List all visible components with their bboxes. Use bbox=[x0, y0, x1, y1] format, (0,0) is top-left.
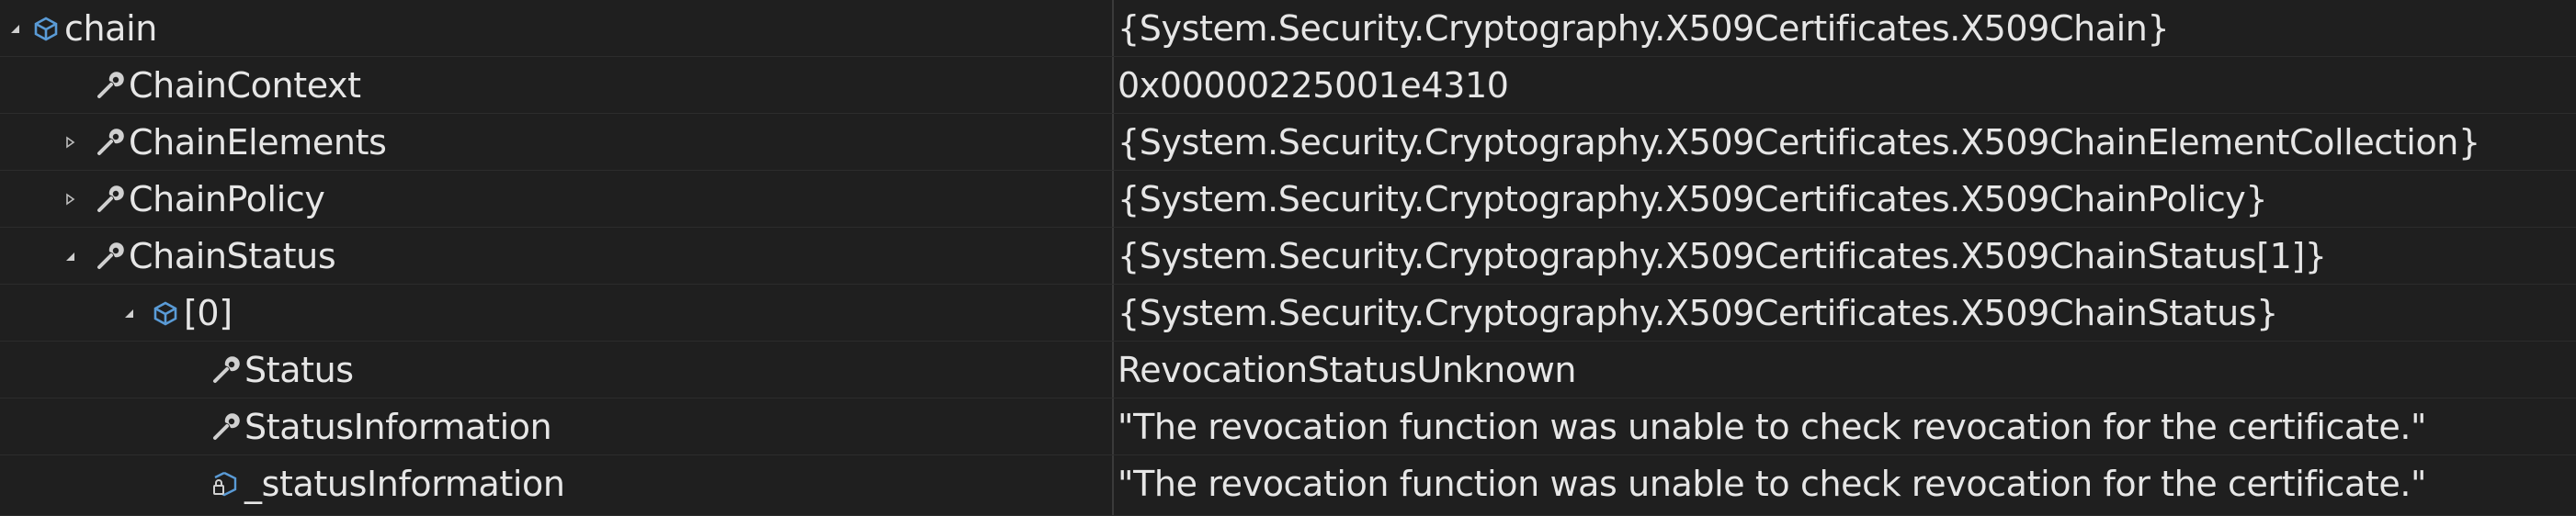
watch-row-chainelements[interactable]: ChainElements {System.Security.Cryptogra… bbox=[0, 114, 2576, 171]
variable-name: ChainStatus bbox=[129, 236, 336, 276]
variable-name: Status bbox=[244, 350, 354, 390]
name-cell: chain bbox=[4, 0, 157, 57]
variable-name: ChainPolicy bbox=[129, 179, 325, 219]
collapsed-arrow-icon[interactable] bbox=[59, 131, 81, 153]
variable-value[interactable]: {System.Security.Cryptography.X509Certif… bbox=[1118, 171, 2268, 228]
object-icon bbox=[31, 14, 61, 43]
variable-value[interactable]: "The revocation function was unable to c… bbox=[1118, 455, 2427, 512]
variable-name: _statusInformation bbox=[244, 464, 565, 504]
variable-name: StatusInformation bbox=[244, 407, 552, 447]
wrench-property-icon bbox=[96, 241, 125, 271]
wrench-property-icon bbox=[211, 355, 241, 385]
variable-value[interactable]: {System.Security.Cryptography.X509Certif… bbox=[1118, 285, 2278, 342]
name-cell: _statusInformation bbox=[211, 455, 565, 512]
name-cell: StatusInformation bbox=[211, 398, 552, 455]
wrench-property-icon bbox=[211, 412, 241, 442]
variable-name: ChainContext bbox=[129, 65, 361, 106]
variable-name: [0] bbox=[184, 293, 233, 333]
watch-row-private-statusinformation[interactable]: _statusInformation "The revocation funct… bbox=[0, 455, 2576, 516]
name-cell: [0] bbox=[118, 285, 233, 342]
name-cell: ChainStatus bbox=[59, 228, 336, 285]
watch-row-status[interactable]: Status RevocationStatusUnknown bbox=[0, 342, 2576, 398]
variable-value[interactable]: RevocationStatusUnknown bbox=[1118, 342, 1576, 398]
variable-value[interactable]: {System.Security.Cryptography.X509Certif… bbox=[1118, 228, 2327, 285]
watch-row-chainpolicy[interactable]: ChainPolicy {System.Security.Cryptograph… bbox=[0, 171, 2576, 228]
variable-value[interactable]: {System.Security.Cryptography.X509Certif… bbox=[1118, 0, 2170, 57]
name-cell: ChainElements bbox=[59, 114, 387, 171]
variable-value[interactable]: "The revocation function was unable to c… bbox=[1118, 398, 2427, 455]
variable-name: ChainElements bbox=[129, 122, 387, 163]
collapsed-arrow-icon[interactable] bbox=[59, 188, 81, 210]
wrench-property-icon bbox=[96, 71, 125, 100]
name-cell: ChainContext bbox=[96, 57, 361, 114]
watch-row-chainstatus[interactable]: ChainStatus {System.Security.Cryptograph… bbox=[0, 228, 2576, 285]
name-cell: Status bbox=[211, 342, 354, 398]
variable-name: chain bbox=[64, 8, 157, 49]
watch-row-index-0[interactable]: [0] {System.Security.Cryptography.X509Ce… bbox=[0, 285, 2576, 342]
private-field-icon bbox=[211, 469, 241, 499]
expanded-arrow-icon[interactable] bbox=[118, 302, 140, 324]
watch-row-statusinformation[interactable]: StatusInformation "The revocation functi… bbox=[0, 398, 2576, 455]
wrench-property-icon bbox=[96, 128, 125, 157]
name-cell: ChainPolicy bbox=[59, 171, 325, 228]
object-icon bbox=[151, 298, 180, 328]
variable-value[interactable]: 0x00000225001e4310 bbox=[1118, 57, 1509, 114]
expanded-arrow-icon[interactable] bbox=[59, 245, 81, 267]
watch-window: chain {System.Security.Cryptography.X509… bbox=[0, 0, 2576, 516]
variable-value[interactable]: {System.Security.Cryptography.X509Certif… bbox=[1118, 114, 2480, 171]
watch-row-chaincontext[interactable]: ChainContext 0x00000225001e4310 bbox=[0, 57, 2576, 114]
wrench-property-icon bbox=[96, 185, 125, 214]
watch-row-chain[interactable]: chain {System.Security.Cryptography.X509… bbox=[0, 0, 2576, 57]
expanded-arrow-icon[interactable] bbox=[4, 17, 26, 39]
